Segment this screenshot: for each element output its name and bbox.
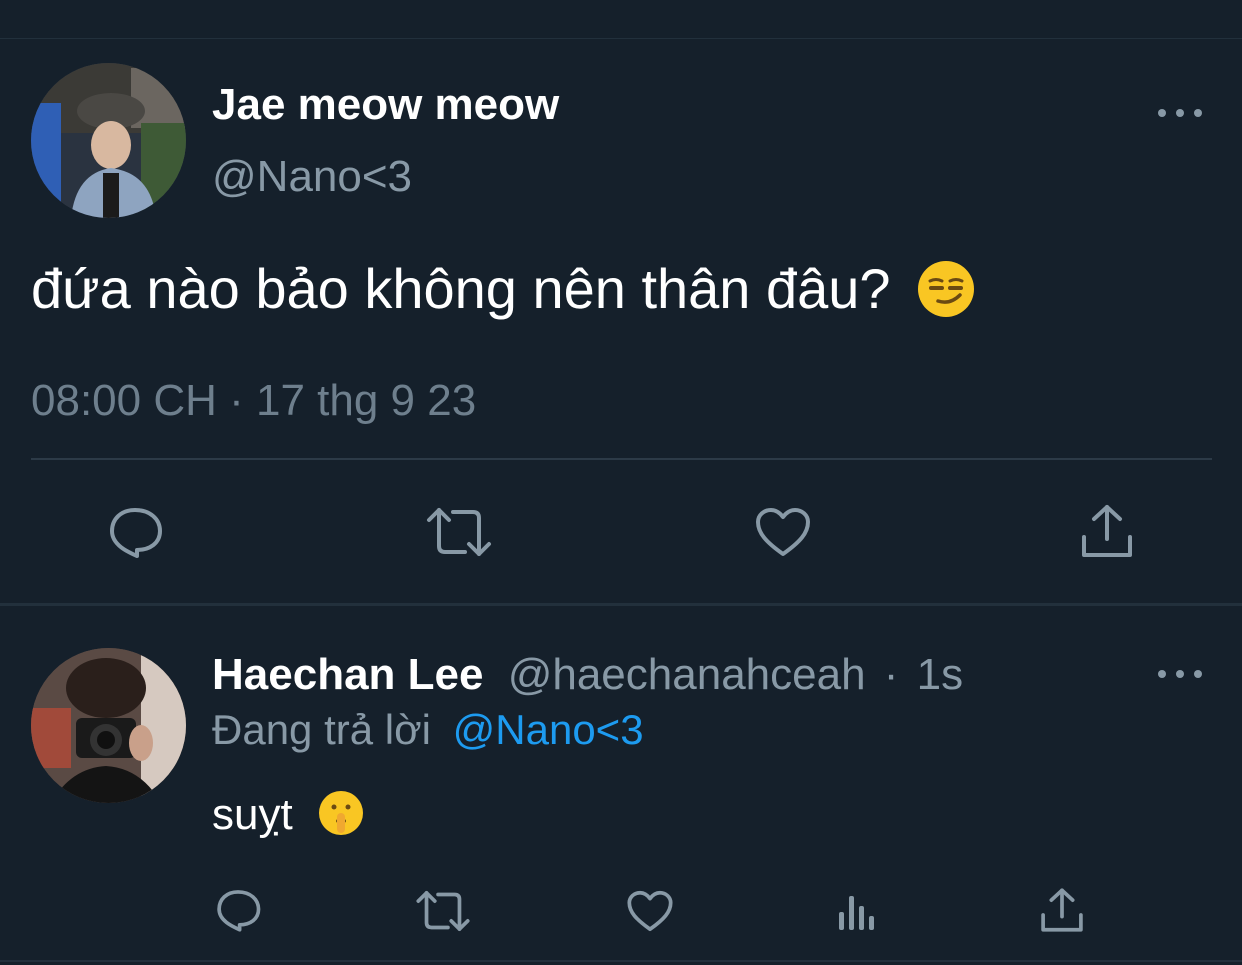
retweet-icon[interactable] bbox=[413, 886, 473, 936]
reply-header: Haechan Lee @haechanahceah · 1s bbox=[212, 650, 963, 700]
more-dot bbox=[1176, 670, 1184, 678]
separator: · bbox=[883, 650, 899, 699]
reply-icon[interactable] bbox=[103, 502, 167, 562]
handle[interactable]: @haechanahceah bbox=[508, 650, 866, 699]
section-divider bbox=[0, 603, 1242, 606]
tweet-text: đứa nào bảo không nên thân đâu? bbox=[31, 257, 891, 320]
more-dot bbox=[1194, 109, 1202, 117]
reply-text: suỵt bbox=[212, 790, 293, 839]
reply-text-row: suỵt bbox=[212, 790, 363, 840]
like-icon[interactable] bbox=[624, 886, 676, 936]
more-dot bbox=[1158, 109, 1166, 117]
more-dot bbox=[1158, 670, 1166, 678]
more-dot bbox=[1176, 109, 1184, 117]
handle[interactable]: @Nano<3 bbox=[212, 152, 412, 202]
display-name[interactable]: Haechan Lee bbox=[212, 650, 483, 699]
reply-icon[interactable] bbox=[212, 884, 264, 936]
top-bar bbox=[0, 0, 1242, 39]
tweet-timestamp[interactable]: 08:00 CH · 17 thg 9 23 bbox=[31, 376, 476, 426]
share-icon[interactable] bbox=[1076, 500, 1138, 562]
shushing-face-icon bbox=[318, 791, 363, 836]
more-options-icon[interactable] bbox=[1158, 106, 1202, 120]
bottom-divider bbox=[0, 960, 1242, 962]
reply-time[interactable]: 1s bbox=[917, 650, 963, 699]
more-options-icon[interactable] bbox=[1158, 667, 1202, 681]
more-dot bbox=[1194, 670, 1202, 678]
share-icon[interactable] bbox=[1036, 884, 1088, 936]
analytics-icon[interactable] bbox=[832, 886, 880, 936]
display-name[interactable]: Jae meow meow bbox=[212, 80, 559, 130]
tweet-text-row: đứa nào bảo không nên thân đâu? bbox=[31, 256, 975, 321]
replying-to: Đang trả lời @Nano<3 bbox=[212, 706, 644, 754]
smirking-face-icon bbox=[918, 261, 975, 318]
replying-prefix: Đang trả lời bbox=[212, 706, 431, 753]
like-icon[interactable] bbox=[752, 502, 814, 562]
retweet-icon[interactable] bbox=[424, 502, 494, 562]
avatar[interactable] bbox=[31, 648, 186, 803]
avatar[interactable] bbox=[31, 63, 186, 218]
tweet-divider bbox=[31, 458, 1212, 460]
mention-link[interactable]: @Nano<3 bbox=[453, 706, 644, 753]
